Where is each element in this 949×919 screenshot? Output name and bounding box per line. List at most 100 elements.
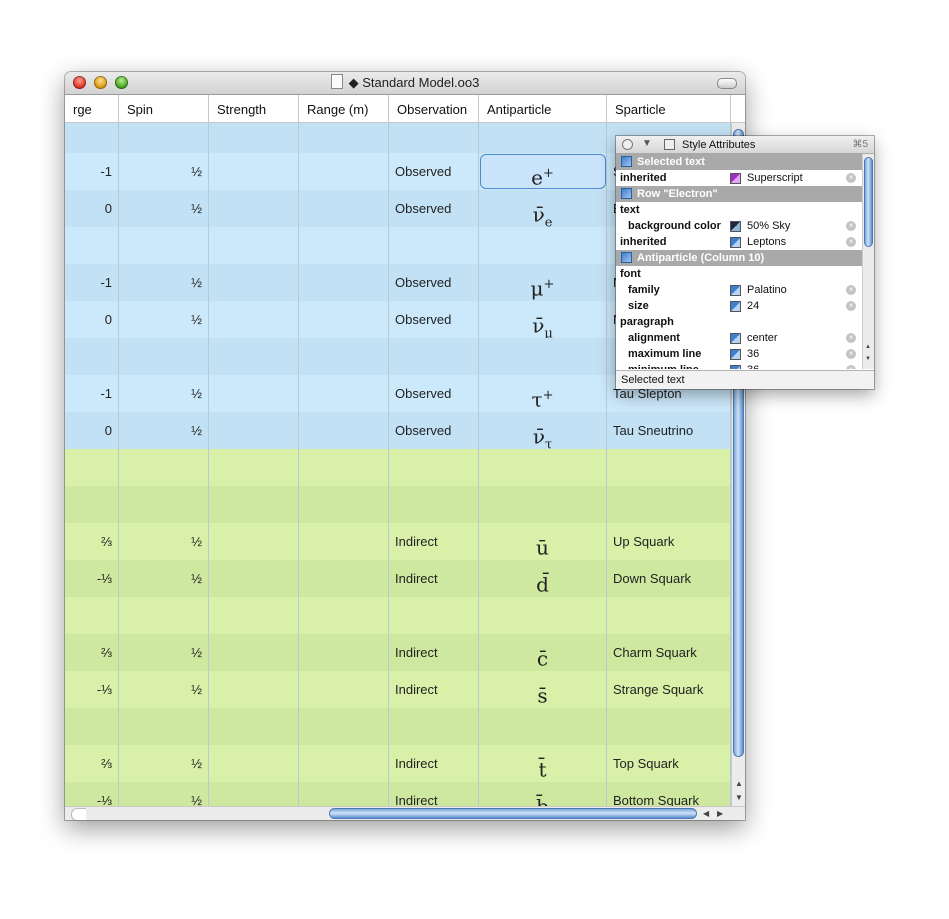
observation-cell[interactable]: Observed bbox=[389, 412, 479, 449]
observation-cell[interactable]: Observed bbox=[389, 264, 479, 301]
range-cell[interactable] bbox=[299, 634, 389, 671]
charge-cell[interactable] bbox=[65, 708, 119, 745]
observation-cell[interactable]: Indirect bbox=[389, 560, 479, 597]
spin-cell[interactable]: ½ bbox=[119, 782, 209, 806]
spin-cell[interactable]: ½ bbox=[119, 671, 209, 708]
antiparticle-cell[interactable]: ū bbox=[479, 523, 607, 560]
observation-cell[interactable] bbox=[389, 123, 479, 153]
charge-cell[interactable]: 0 bbox=[65, 412, 119, 449]
antiparticle-cell[interactable] bbox=[479, 449, 607, 486]
charge-cell[interactable] bbox=[65, 449, 119, 486]
zoom-window-button[interactable] bbox=[115, 76, 128, 89]
column-header-cell[interactable]: rge bbox=[65, 95, 119, 122]
strength-cell[interactable] bbox=[209, 523, 299, 560]
inspector-attribute-row[interactable]: alignment center × bbox=[616, 330, 862, 346]
antiparticle-cell[interactable] bbox=[479, 123, 607, 153]
charge-cell[interactable] bbox=[65, 338, 119, 375]
strength-cell[interactable] bbox=[209, 634, 299, 671]
charge-cell[interactable]: -⅓ bbox=[65, 782, 119, 806]
remove-attribute-icon[interactable]: × bbox=[846, 349, 856, 359]
strength-cell[interactable] bbox=[209, 227, 299, 264]
range-cell[interactable] bbox=[299, 486, 389, 523]
sparticle-cell[interactable] bbox=[607, 708, 731, 745]
sparticle-cell[interactable] bbox=[607, 597, 731, 634]
scroll-up-arrow-icon[interactable]: ▲ bbox=[735, 779, 743, 788]
spin-cell[interactable] bbox=[119, 449, 209, 486]
sparticle-cell[interactable]: Bottom Squark bbox=[607, 782, 731, 806]
charge-cell[interactable] bbox=[65, 123, 119, 153]
observation-cell[interactable] bbox=[389, 597, 479, 634]
antiparticle-cell[interactable]: ν̄μ bbox=[479, 301, 607, 338]
range-cell[interactable] bbox=[299, 227, 389, 264]
observation-cell[interactable] bbox=[389, 708, 479, 745]
observation-cell[interactable] bbox=[389, 486, 479, 523]
strength-cell[interactable] bbox=[209, 671, 299, 708]
observation-cell[interactable]: Observed bbox=[389, 153, 479, 190]
table-row[interactable] bbox=[65, 597, 731, 634]
range-cell[interactable] bbox=[299, 338, 389, 375]
strength-cell[interactable] bbox=[209, 412, 299, 449]
charge-cell[interactable]: -⅓ bbox=[65, 671, 119, 708]
strength-cell[interactable] bbox=[209, 153, 299, 190]
antiparticle-cell[interactable]: ν̄τ bbox=[479, 412, 607, 449]
strength-cell[interactable] bbox=[209, 375, 299, 412]
remove-attribute-icon[interactable]: × bbox=[846, 285, 856, 295]
scroll-down-arrow-icon[interactable]: ▼ bbox=[735, 793, 743, 802]
inspector-attribute-row[interactable]: background color 50% Sky × bbox=[616, 218, 862, 234]
strength-cell[interactable] bbox=[209, 449, 299, 486]
inspector-attribute-row[interactable]: maximum line 36 × bbox=[616, 346, 862, 362]
inspector-attribute-row[interactable]: inherited Superscript × bbox=[616, 170, 862, 186]
observation-cell[interactable]: Indirect bbox=[389, 523, 479, 560]
column-header-cell[interactable]: Sparticle bbox=[607, 95, 731, 122]
spin-cell[interactable]: ½ bbox=[119, 634, 209, 671]
column-header-cell[interactable]: Observation bbox=[389, 95, 479, 122]
table-row[interactable] bbox=[65, 449, 731, 486]
sparticle-cell[interactable]: Top Squark bbox=[607, 745, 731, 782]
strength-cell[interactable] bbox=[209, 782, 299, 806]
range-cell[interactable] bbox=[299, 375, 389, 412]
strength-cell[interactable] bbox=[209, 560, 299, 597]
charge-cell[interactable]: 0 bbox=[65, 301, 119, 338]
column-header-cell[interactable]: Range (m) bbox=[299, 95, 389, 122]
charge-cell[interactable]: ⅔ bbox=[65, 634, 119, 671]
table-row[interactable]: 0 ½ Observed ν̄τ Tau Sneutrino bbox=[65, 412, 731, 449]
close-window-button[interactable] bbox=[73, 76, 86, 89]
antiparticle-cell[interactable] bbox=[479, 486, 607, 523]
sparticle-cell[interactable]: Tau Sneutrino bbox=[607, 412, 731, 449]
table-row[interactable] bbox=[65, 708, 731, 745]
antiparticle-cell[interactable]: b̄ bbox=[479, 782, 607, 806]
antiparticle-cell[interactable]: s̄ bbox=[479, 671, 607, 708]
spin-cell[interactable]: ½ bbox=[119, 190, 209, 227]
sparticle-cell[interactable]: Up Squark bbox=[607, 523, 731, 560]
strength-cell[interactable] bbox=[209, 190, 299, 227]
column-header-cell[interactable]: Spin bbox=[119, 95, 209, 122]
observation-cell[interactable]: Indirect bbox=[389, 782, 479, 806]
inspector-attribute-row[interactable]: inherited Leptons × bbox=[616, 234, 862, 250]
observation-cell[interactable] bbox=[389, 449, 479, 486]
strength-cell[interactable] bbox=[209, 264, 299, 301]
range-cell[interactable] bbox=[299, 708, 389, 745]
observation-cell[interactable]: Indirect bbox=[389, 634, 479, 671]
charge-cell[interactable]: -⅓ bbox=[65, 560, 119, 597]
inspector-section-header[interactable]: Selected text bbox=[616, 154, 862, 170]
inspector-attribute-row[interactable]: family Palatino × bbox=[616, 282, 862, 298]
charge-cell[interactable]: -1 bbox=[65, 375, 119, 412]
charge-cell[interactable]: ⅔ bbox=[65, 745, 119, 782]
spin-cell[interactable]: ½ bbox=[119, 153, 209, 190]
strength-cell[interactable] bbox=[209, 745, 299, 782]
observation-cell[interactable] bbox=[389, 227, 479, 264]
observation-cell[interactable]: Indirect bbox=[389, 745, 479, 782]
antiparticle-cell[interactable]: e+ bbox=[479, 153, 607, 190]
sparticle-cell[interactable]: Down Squark bbox=[607, 560, 731, 597]
toolbar-toggle-button[interactable] bbox=[717, 78, 737, 89]
column-header-cell[interactable]: Strength bbox=[209, 95, 299, 122]
table-row[interactable]: ⅔ ½ Indirect ū Up Squark bbox=[65, 523, 731, 560]
inspector-attribute-row[interactable]: minimum line 36 × bbox=[616, 362, 862, 369]
table-row[interactable]: ⅔ ½ Indirect c̄ Charm Squark bbox=[65, 634, 731, 671]
remove-attribute-icon[interactable]: × bbox=[846, 333, 856, 343]
range-cell[interactable] bbox=[299, 449, 389, 486]
antiparticle-cell[interactable] bbox=[479, 708, 607, 745]
spin-cell[interactable] bbox=[119, 123, 209, 153]
horizontal-scrollbar[interactable]: ◀ ▶ bbox=[65, 806, 745, 820]
table-row[interactable]: -⅓ ½ Indirect d̄ Down Squark bbox=[65, 560, 731, 597]
